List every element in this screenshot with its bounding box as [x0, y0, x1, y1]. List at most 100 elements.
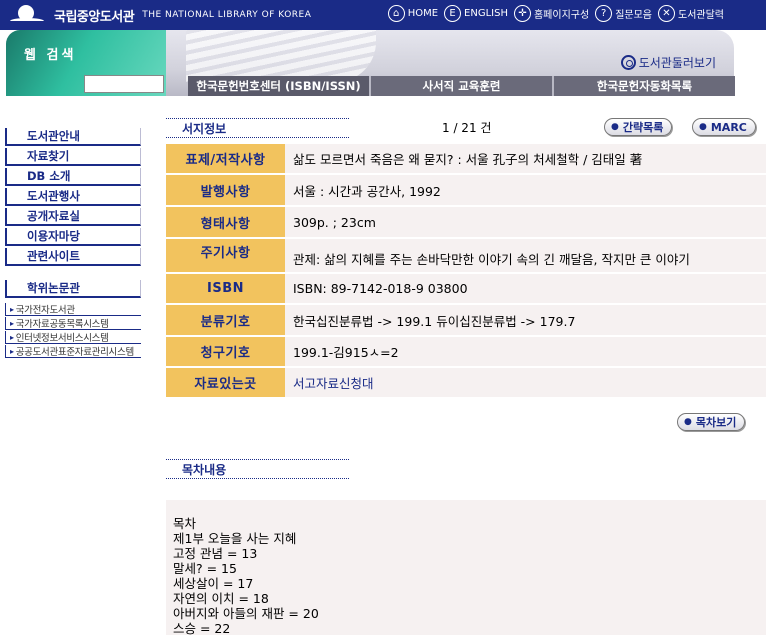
sidebar-item-related-sites[interactable]: 관련사이트 — [5, 248, 141, 266]
subnav-kormarc[interactable]: 한국문헌자동화목록 — [552, 76, 735, 96]
sidebar-item-library-info[interactable]: 도서관안내 — [5, 128, 141, 146]
subnav-librarian-training[interactable]: 사서직 교육훈련 — [369, 76, 552, 96]
bullet-icon: ● — [611, 122, 619, 132]
biblio-row-publication: 발행사항 서울 : 시간과 공간사, 1992 — [166, 175, 766, 205]
field-value: 서울 : 시간과 공간사, 1992 — [285, 175, 766, 205]
toc-line: 아버지와 아들의 재판 = 20 — [173, 606, 319, 621]
toc-line: 스승 = 22 — [173, 621, 231, 635]
sidebar-item-open-archive[interactable]: 공개자료실 — [5, 208, 141, 226]
web-search-panel: 웹 검색 — [6, 30, 166, 96]
logo-english-text: THE NATIONAL LIBRARY OF KOREA — [142, 10, 312, 20]
field-label: 형태사항 — [166, 207, 285, 237]
sidebar-item-thesis[interactable]: 학위논문관 — [5, 280, 141, 298]
field-label: 분류기호 — [166, 305, 285, 335]
biblio-row-title: 표제/저작사항 삶도 모르면서 죽음은 왜 묻지? : 서울 孔子의 처세철학 … — [166, 144, 766, 173]
library-tour-label: 도서관둘러보기 — [638, 56, 716, 70]
field-value: 309p. ; 23cm — [285, 207, 766, 237]
location-link[interactable]: 서고자료신청대 — [285, 368, 766, 397]
brief-list-button[interactable]: ● 간략목록 — [604, 118, 673, 136]
sidebar-link-label: 인터넷정보서비스시스템 — [15, 333, 109, 344]
bullet-icon: ● — [699, 122, 707, 132]
toc-content: 목차 제1부 오늘을 사는 지혜 고정 관념 = 13 말세? = 15 세상살… — [166, 500, 766, 635]
field-value: 관제: 삶의 지혜를 주는 손바닥만한 이야기 속의 긴 깨달음, 작지만 큰 … — [285, 239, 766, 272]
bullet-icon: ▸ — [10, 332, 14, 342]
web-search-label: 웹 검색 — [24, 48, 77, 63]
sidebar-link-label: 공공도서관표준자료관리시스템 — [15, 347, 134, 358]
field-label: ISBN — [166, 274, 285, 303]
library-emblem-icon — [8, 3, 46, 27]
top-nav-sitemap[interactable]: ✛ 홈페이지구성 — [513, 5, 590, 22]
magnifier-icon — [620, 55, 636, 70]
top-bar: 국립중앙도서관 THE NATIONAL LIBRARY OF KOREA ⌂ … — [0, 0, 766, 30]
view-toc-button[interactable]: ● 목차보기 — [677, 413, 746, 431]
button-label: 간략목록 — [622, 121, 664, 134]
web-search-input[interactable] — [84, 75, 164, 93]
top-nav-label: HOME — [407, 8, 439, 19]
field-label: 표제/저작사항 — [166, 144, 285, 173]
sidebar-item-user-forum[interactable]: 이용자마당 — [5, 228, 141, 246]
field-value: 삶도 모르면서 죽음은 왜 묻지? : 서울 孔子의 처세철학 / 김태일 著 — [285, 144, 766, 173]
sidebar-link-label: 국가자료공동목록시스템 — [15, 319, 109, 330]
toc-line: 목차 — [173, 516, 197, 531]
record-counter: 1 / 21 건 — [442, 121, 492, 135]
sidebar-link-public-library-system[interactable]: ▸ 공공도서관표준자료관리시스템 — [5, 345, 141, 358]
biblio-row-call-number: 청구기호 199.1-김915ㅅ=2 — [166, 337, 766, 366]
top-nav-label: ENGLISH — [464, 8, 508, 19]
field-label: 주기사항 — [166, 239, 285, 272]
sidebar: 도서관안내 자료찾기 DB 소개 도서관행사 공개자료실 이용자마당 관련사이트… — [5, 128, 141, 300]
field-value: 한국십진분류법 -> 199.1 듀이십진분류법 -> 179.7 — [285, 305, 766, 335]
biblio-row-isbn: ISBN ISBN: 89-7142-018-9 03800 — [166, 274, 766, 303]
top-nav-faq[interactable]: ? 질문모음 — [595, 5, 652, 22]
sidebar-item-events[interactable]: 도서관행사 — [5, 188, 141, 206]
top-nav-label: 도서관달력 — [678, 10, 724, 21]
sidebar-link-digital-library[interactable]: ▸ 국가전자도서관 — [5, 303, 141, 316]
top-nav: ⌂ HOME E ENGLISH ✛ 홈페이지구성 ? 질문모음 ✕ 도서관달력 — [382, 5, 724, 22]
field-label: 자료있는곳 — [166, 368, 285, 397]
sidebar-link-label: 국가전자도서관 — [15, 305, 75, 316]
page: 국립중앙도서관 THE NATIONAL LIBRARY OF KOREA ⌂ … — [0, 0, 766, 635]
top-nav-label: 질문모음 — [615, 10, 652, 21]
field-value: 199.1-김915ㅅ=2 — [285, 337, 766, 366]
library-tour-link[interactable]: 도서관둘러보기 — [620, 54, 716, 71]
top-nav-calendar[interactable]: ✕ 도서관달력 — [658, 5, 724, 22]
sitemap-icon: ✛ — [513, 5, 531, 22]
top-nav-home[interactable]: ⌂ HOME — [387, 5, 439, 22]
button-label: 목차보기 — [695, 416, 737, 429]
library-logo[interactable]: 국립중앙도서관 THE NATIONAL LIBRARY OF KOREA — [8, 2, 311, 28]
biblio-row-physical: 형태사항 309p. ; 23cm — [166, 207, 766, 237]
home-icon: ⌂ — [387, 5, 405, 22]
top-nav-english[interactable]: E ENGLISH — [444, 5, 508, 22]
bullet-icon: ▸ — [10, 346, 14, 356]
button-label: MARC — [710, 120, 747, 134]
books-decoration — [186, 30, 376, 82]
field-label: 발행사항 — [166, 175, 285, 205]
sub-nav: 한국문헌번호센터 (ISBN/ISSN) 사서직 교육훈련 한국문헌자동화목록 — [188, 76, 735, 96]
section-title-toc: 목차내용 — [166, 459, 349, 479]
bullet-icon: ● — [684, 417, 692, 427]
sidebar-link-union-catalog[interactable]: ▸ 국가자료공동목록시스템 — [5, 317, 141, 330]
toc-line: 세상살이 = 17 — [173, 576, 254, 591]
bibliographic-table: 표제/저작사항 삶도 모르면서 죽음은 왜 묻지? : 서울 孔子의 처세철학 … — [166, 144, 766, 399]
sidebar-item-db-intro[interactable]: DB 소개 — [5, 168, 141, 186]
section-title-biblio: 서지정보 — [166, 118, 349, 138]
subnav-isbn-center[interactable]: 한국문헌번호센터 (ISBN/ISSN) — [188, 76, 369, 96]
question-icon: ? — [595, 5, 613, 22]
toc-line: 자연의 이치 = 18 — [173, 591, 269, 606]
toc-line: 고정 관념 = 13 — [173, 546, 258, 561]
field-label: 청구기호 — [166, 337, 285, 366]
top-nav-label: 홈페이지구성 — [533, 10, 590, 21]
biblio-row-notes: 주기사항 관제: 삶의 지혜를 주는 손바닥만한 이야기 속의 긴 깨달음, 작… — [166, 239, 766, 272]
sidebar-system-links: ▸ 국가전자도서관 ▸ 국가자료공동목록시스템 ▸ 인터넷정보서비스시스템 ▸ … — [5, 303, 141, 359]
toc-line: 제1부 오늘을 사는 지혜 — [173, 531, 297, 546]
bullet-icon: ▸ — [10, 304, 14, 314]
bullet-icon: ▸ — [10, 318, 14, 328]
logo-korean-text: 국립중앙도서관 — [54, 9, 135, 25]
sidebar-link-internet-service[interactable]: ▸ 인터넷정보서비스시스템 — [5, 331, 141, 344]
sidebar-item-find-materials[interactable]: 자료찾기 — [5, 148, 141, 166]
toc-line: 말세? = 15 — [173, 561, 237, 576]
field-value: ISBN: 89-7142-018-9 03800 — [285, 274, 766, 303]
biblio-row-classification: 분류기호 한국십진분류법 -> 199.1 듀이십진분류법 -> 179.7 — [166, 305, 766, 335]
english-icon: E — [444, 5, 462, 22]
marc-button[interactable]: ● MARC — [692, 118, 756, 136]
biblio-row-location: 자료있는곳 서고자료신청대 — [166, 368, 766, 397]
